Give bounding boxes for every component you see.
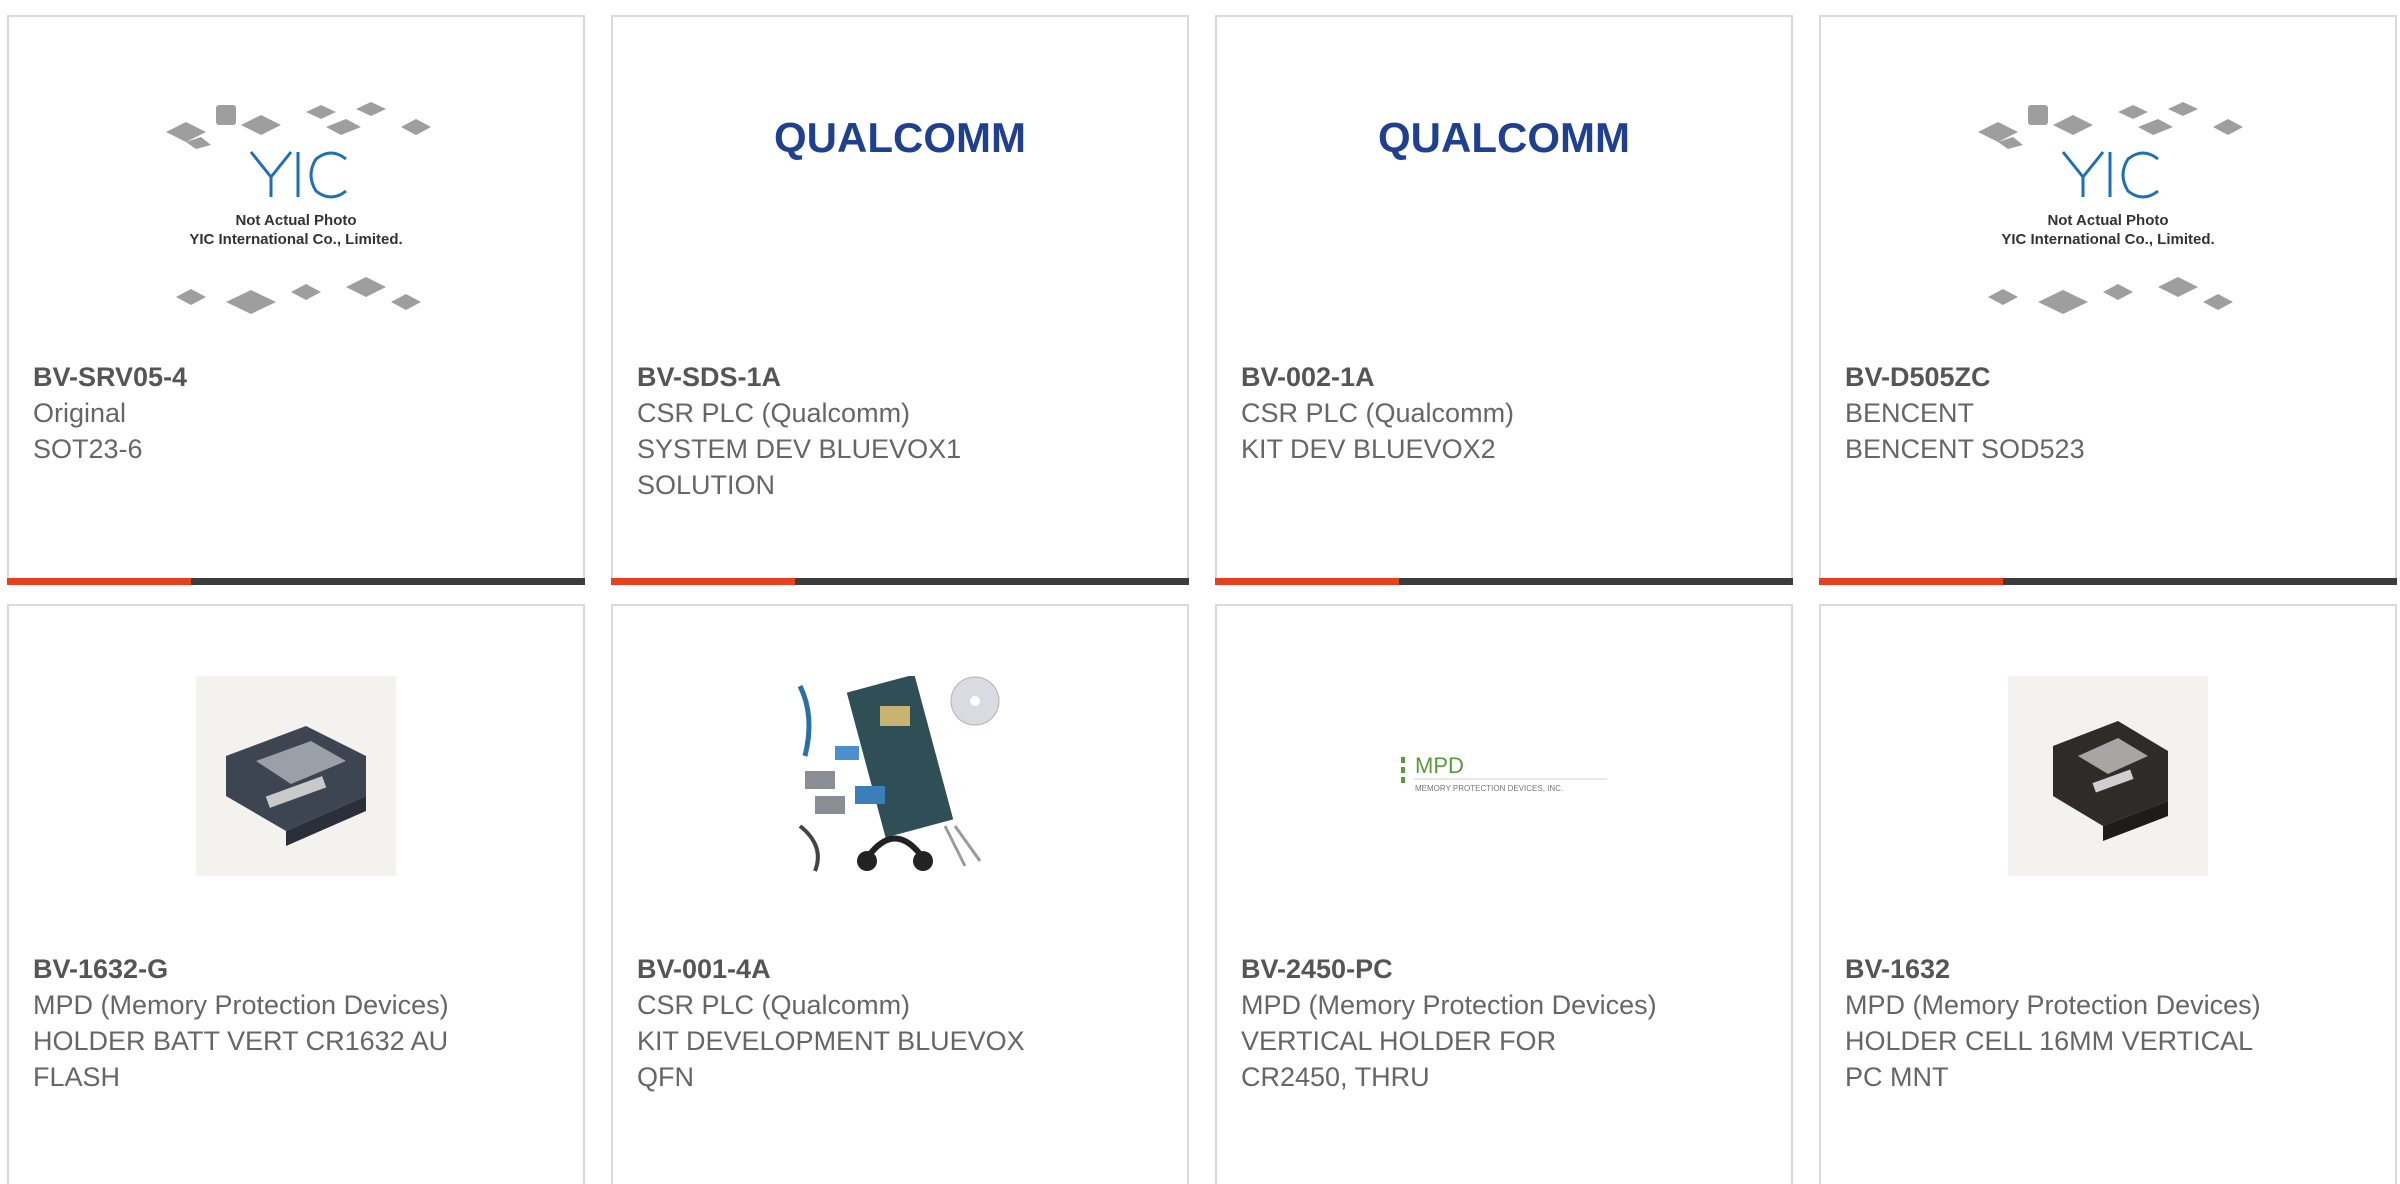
part-number[interactable]: BV-1632 — [1845, 951, 2371, 987]
svg-text:Not Actual Photo: Not Actual Photo — [2047, 212, 2168, 229]
part-number[interactable]: BV-2450-PC — [1241, 951, 1767, 987]
part-number[interactable]: BV-001-4A — [637, 951, 1163, 987]
manufacturer: MPD (Memory Protection Devices) — [33, 990, 449, 1020]
manufacturer: CSR PLC (Qualcomm) — [637, 990, 911, 1020]
manufacturer: CSR PLC (Qualcomm) — [637, 398, 911, 428]
svg-text:YIC International Co., Limited: YIC International Co., Limited. — [189, 231, 402, 248]
svg-text:QUALCOMM: QUALCOMM — [1378, 114, 1630, 161]
description: HOLDER CELL 16MM VERTICAL PC MNT — [1845, 1026, 2253, 1092]
card-accent-bar — [1215, 578, 1793, 585]
product-image: QUALCOMM — [1217, 97, 1791, 367]
manufacturer: BENCENT — [1845, 398, 1975, 428]
product-card[interactable]: BV-1632 MPD (Memory Protection Devices) … — [1819, 604, 2397, 1184]
product-image — [9, 666, 583, 886]
product-image: Not Actual Photo YIC International Co., … — [1821, 97, 2395, 367]
manufacturer: MPD (Memory Protection Devices) — [1241, 990, 1657, 1020]
svg-text:MPD: MPD — [1415, 753, 1464, 778]
description: SYSTEM DEV BLUEVOX1 SOLUTION — [637, 434, 962, 500]
product-image — [613, 666, 1187, 886]
manufacturer: CSR PLC (Qualcomm) — [1241, 398, 1515, 428]
product-card[interactable]: BV-1632-G MPD (Memory Protection Devices… — [7, 604, 585, 1184]
card-accent-bar — [1819, 578, 2397, 585]
part-number[interactable]: BV-SDS-1A — [637, 359, 1163, 395]
description: HOLDER BATT VERT CR1632 AU FLASH — [33, 1026, 449, 1092]
svg-text:YIC International Co., Limited: YIC International Co., Limited. — [2001, 231, 2214, 248]
description: KIT DEVELOPMENT BLUEVOX QFN — [637, 1026, 1025, 1092]
product-image — [1821, 666, 2395, 886]
product-image: QUALCOMM — [613, 97, 1187, 367]
product-card[interactable]: QUALCOMM BV-002-1A CSR PLC (Qualcomm) KI… — [1215, 15, 1793, 585]
description: BENCENT SOD523 — [1845, 434, 2085, 464]
product-card[interactable]: BV-001-4A CSR PLC (Qualcomm) KIT DEVELOP… — [611, 604, 1189, 1184]
card-accent-bar — [611, 578, 1189, 585]
svg-text:QUALCOMM: QUALCOMM — [774, 114, 1026, 161]
part-number[interactable]: BV-SRV05-4 — [33, 359, 559, 395]
product-card[interactable]: QUALCOMM BV-SDS-1A CSR PLC (Qualcomm) SY… — [611, 15, 1189, 585]
product-image: MPD MEMORY PROTECTION DEVICES, INC. — [1217, 666, 1791, 886]
manufacturer: MPD (Memory Protection Devices) — [1845, 990, 2261, 1020]
card-accent-bar — [7, 578, 585, 585]
description: VERTICAL HOLDER FOR CR2450, THRU — [1241, 1026, 1557, 1092]
product-card[interactable]: Not Actual Photo YIC International Co., … — [1819, 15, 2397, 585]
description: KIT DEV BLUEVOX2 — [1241, 434, 1496, 464]
manufacturer: Original — [33, 398, 127, 428]
description: SOT23-6 — [33, 434, 143, 464]
svg-text:MEMORY PROTECTION DEVICES, INC: MEMORY PROTECTION DEVICES, INC. — [1415, 784, 1563, 793]
product-card[interactable]: Not Actual Photo YIC International Co., … — [7, 15, 585, 585]
product-card[interactable]: MPD MEMORY PROTECTION DEVICES, INC. BV-2… — [1215, 604, 1793, 1184]
svg-text:Not Actual Photo: Not Actual Photo — [235, 212, 356, 229]
part-number[interactable]: BV-1632-G — [33, 951, 559, 987]
part-number[interactable]: BV-D505ZC — [1845, 359, 2371, 395]
product-image: Not Actual Photo YIC International Co., … — [9, 97, 583, 367]
product-grid: Not Actual Photo YIC International Co., … — [0, 0, 2400, 1184]
part-number[interactable]: BV-002-1A — [1241, 359, 1767, 395]
